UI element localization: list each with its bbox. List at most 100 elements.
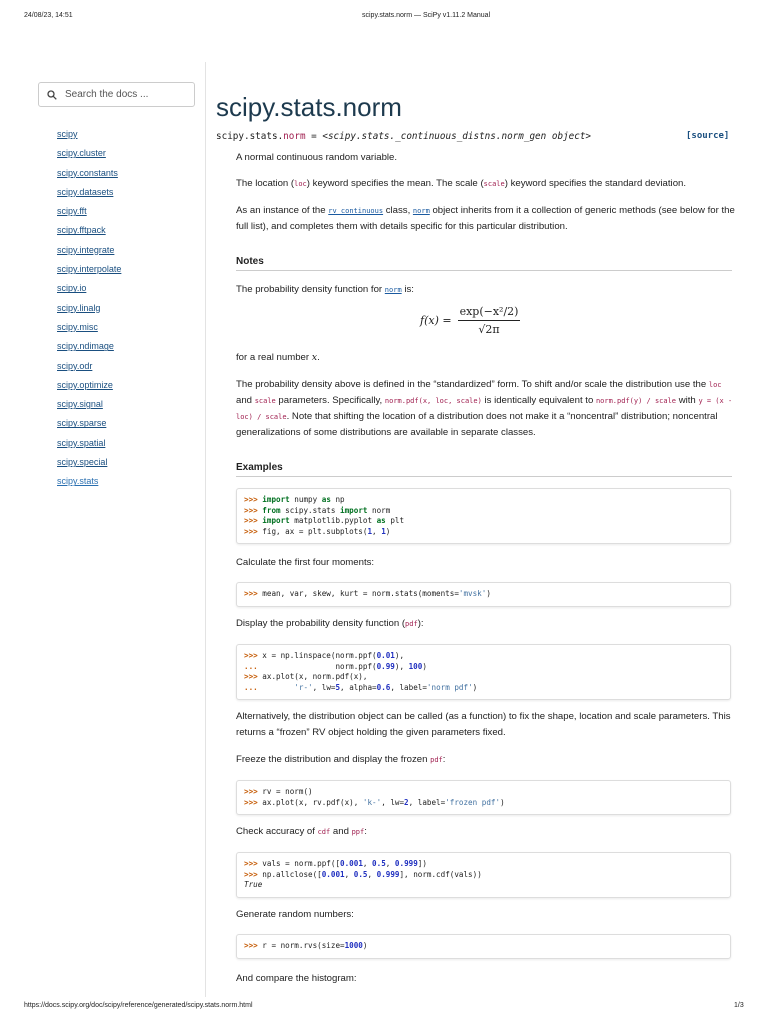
code-token: >>>	[244, 797, 263, 807]
text-segment: Generate random numbers:	[236, 909, 354, 920]
code-token: ,	[344, 869, 354, 879]
text-segment: :	[442, 754, 446, 765]
sidebar-item-scipy-fft[interactable]: scipy.fft	[57, 205, 121, 224]
text-segment: Calculate the first four moments:	[236, 557, 375, 568]
code-block-frozen[interactable]: >>> rv = norm() >>> ax.plot(x, rv.pdf(x)…	[236, 780, 731, 815]
code-token: 'k-'	[362, 797, 382, 807]
source-link[interactable]: [source]	[686, 131, 729, 141]
code-token: >>>	[244, 505, 263, 515]
code-block-imports[interactable]: >>> import numpy as np >>> from scipy.st…	[236, 488, 731, 544]
sidebar-item-scipy-interpolate[interactable]: scipy.interpolate	[57, 263, 121, 282]
code-token: ], norm.cdf(vals))	[399, 869, 482, 879]
code-token: 0.5	[353, 869, 368, 879]
code-token: norm	[372, 505, 391, 515]
examples-rule	[236, 476, 732, 477]
code-token: , label=	[390, 682, 427, 692]
code-token: >>>	[244, 516, 263, 525]
text-segment: The probability density function for	[236, 284, 385, 295]
code-token: ...	[244, 661, 263, 671]
sidebar-item-scipy-odr[interactable]: scipy.odr	[57, 360, 121, 379]
code-token: 100	[408, 661, 423, 671]
text-segment: class,	[383, 205, 413, 216]
search-icon	[47, 89, 57, 100]
code-block-moments[interactable]: >>> mean, var, skew, kurt = norm.stats(m…	[236, 582, 731, 607]
code-token: vals = norm.ppf([	[262, 859, 341, 868]
sidebar-divider	[205, 62, 206, 997]
code-token: ,	[385, 859, 395, 868]
code-token: >>>	[244, 526, 263, 536]
code-token: import	[340, 505, 368, 515]
paragraph-random: Generate random numbers:	[236, 907, 736, 923]
sidebar-item-scipy-optimize[interactable]: scipy.optimize	[57, 379, 121, 398]
code-token: norm.ppf(	[262, 661, 377, 671]
inline-code: pdf	[430, 756, 443, 764]
code-token: matplotlib.pyplot	[289, 516, 377, 525]
paragraph-real-number: for a real number x.	[236, 350, 736, 366]
print-page-title: scipy.stats.norm — SciPy v1.11.2 Manual	[362, 12, 491, 19]
text-segment: Check accuracy of	[236, 826, 318, 837]
code-block-plot-pdf[interactable]: >>> x = np.linspace(norm.ppf(0.01), ... …	[236, 644, 731, 700]
paragraph-loc-scale: The location (loc) keyword specifies the…	[236, 176, 736, 192]
print-datetime: 24/08/23, 14:51	[24, 12, 73, 19]
code-token: mean, var, skew, kurt = norm.stats(momen…	[262, 589, 459, 598]
sidebar-item-scipy-constants[interactable]: scipy.constants	[57, 167, 121, 186]
code-token: ),	[394, 651, 405, 660]
code-token: )	[362, 941, 368, 950]
paragraph-moments: Calculate the first four moments:	[236, 555, 736, 571]
sidebar-item-scipy-misc[interactable]: scipy.misc	[57, 321, 121, 340]
sidebar-item-scipy[interactable]: scipy	[57, 128, 121, 147]
sidebar-item-scipy-special[interactable]: scipy.special	[57, 456, 121, 475]
sidebar-item-scipy-sparse[interactable]: scipy.sparse	[57, 417, 121, 436]
inline-code: pdf	[405, 620, 418, 628]
code-token: 0.001	[340, 859, 363, 868]
paragraph-standardized: The probability density above is defined…	[236, 377, 736, 441]
code-token: >>>	[244, 869, 263, 879]
code-block-rvs[interactable]: >>> r = norm.rvs(size=1000)	[236, 934, 731, 959]
formula-denominator: √2π	[478, 323, 500, 336]
inline-code-link[interactable]: norm	[385, 286, 402, 294]
paragraph-frozen: Alternatively, the distribution object c…	[236, 709, 736, 741]
notes-rule	[236, 270, 732, 271]
paragraph-freeze: Freeze the distribution and display the …	[236, 752, 736, 768]
sidebar-item-scipy-stats[interactable]: scipy.stats	[57, 475, 121, 494]
inline-code: scale	[483, 180, 505, 188]
code-token: , lw=	[381, 797, 405, 807]
sidebar-item-scipy-integrate[interactable]: scipy.integrate	[57, 244, 121, 263]
inline-code: norm.pdf(y) / scale	[595, 397, 677, 405]
inline-code-link[interactable]: rv_continuous	[328, 207, 383, 215]
inline-code: loc	[708, 381, 722, 389]
code-token: 0.999	[394, 859, 418, 868]
code-block-accuracy[interactable]: >>> vals = norm.ppf([0.001, 0.5, 0.999])…	[236, 852, 731, 898]
search-input[interactable]: Search the docs ...	[38, 82, 195, 107]
code-token: )	[385, 526, 391, 536]
sig-name: norm	[283, 131, 306, 142]
page-title: scipy.stats.norm	[216, 92, 402, 122]
text-segment: ):	[417, 618, 424, 629]
sidebar-item-scipy-cluster[interactable]: scipy.cluster	[57, 147, 121, 166]
code-token: , lw=	[312, 682, 336, 692]
code-token: import	[262, 495, 290, 504]
sidebar-item-scipy-signal[interactable]: scipy.signal	[57, 398, 121, 417]
text-segment: .	[317, 352, 320, 363]
sidebar-item-scipy-io[interactable]: scipy.io	[57, 282, 121, 301]
code-token: 1000	[344, 941, 363, 950]
code-token: ax.plot(x, norm.pdf(x),	[262, 672, 368, 681]
text-segment: is:	[401, 284, 414, 295]
code-token: np	[335, 495, 345, 504]
text-segment: As an instance of the	[236, 205, 329, 216]
code-token: rv = norm()	[262, 787, 313, 796]
sidebar-item-scipy-ndimage[interactable]: scipy.ndimage	[57, 340, 121, 359]
code-token: plt	[390, 516, 405, 525]
sidebar-item-scipy-linalg[interactable]: scipy.linalg	[57, 302, 121, 321]
code-token: 'mvsk'	[458, 589, 487, 598]
sidebar-item-scipy-datasets[interactable]: scipy.datasets	[57, 186, 121, 205]
inline-code-link[interactable]: norm	[413, 207, 430, 215]
inline-code: cdf	[317, 828, 331, 836]
code-token: , alpha=	[340, 682, 377, 692]
code-token: ),	[394, 661, 409, 671]
sidebar-item-scipy-fftpack[interactable]: scipy.fftpack	[57, 224, 121, 243]
code-token: >>>	[244, 672, 263, 681]
sidebar-item-scipy-spatial[interactable]: scipy.spatial	[57, 437, 121, 456]
code-token: fig, ax = plt.subplots(	[262, 526, 368, 536]
text-segment: A normal continuous random variable.	[236, 152, 398, 163]
